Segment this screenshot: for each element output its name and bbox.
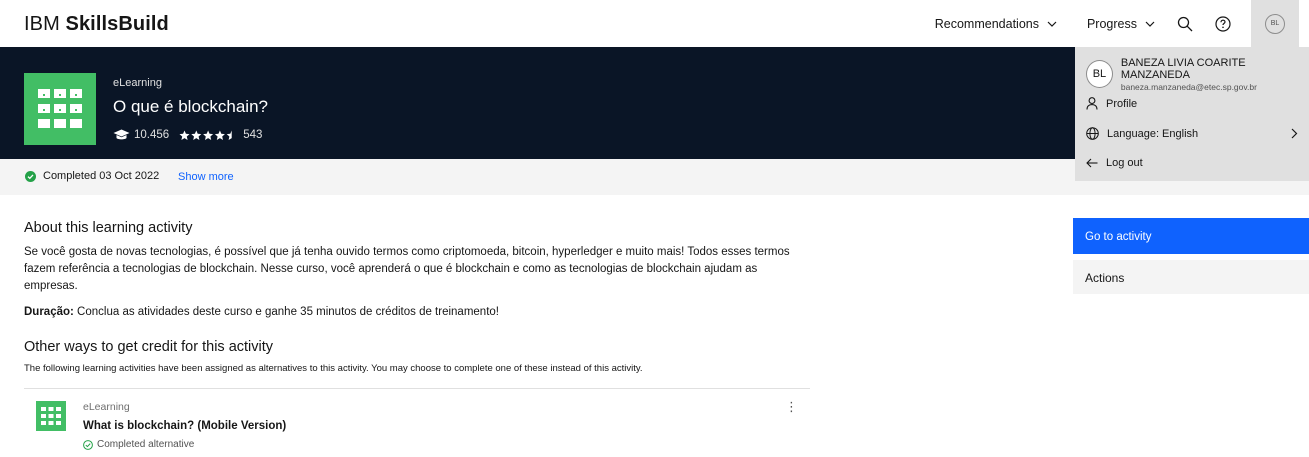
progress-menu[interactable]: Progress xyxy=(1087,17,1155,31)
course-title: O que é blockchain? xyxy=(113,97,268,116)
course-thumbnail xyxy=(24,73,96,145)
profile-label: Profile xyxy=(1106,97,1138,110)
show-more-link[interactable]: Show more xyxy=(178,171,234,183)
help-icon xyxy=(1215,15,1231,32)
alternative-type: eLearning xyxy=(83,401,130,413)
user-name: BANEZA LIVIA COARITE MANZANEDA xyxy=(1120,57,1246,81)
logout-label: Log out xyxy=(1106,157,1143,169)
user-email: baneza.manzaneda@etec.sp.gov.br xyxy=(1120,82,1257,92)
progress-label: Progress xyxy=(1086,16,1137,31)
course-stats: 10.456 543 xyxy=(113,129,262,141)
main-content: About this learning activity Se você gos… xyxy=(24,220,814,374)
learners-count: 10.456 xyxy=(113,129,169,141)
alternative-thumbnail xyxy=(36,401,66,431)
globe-icon xyxy=(1086,127,1099,140)
actions-button[interactable]: Actions xyxy=(1073,260,1309,294)
recommendations-menu[interactable]: Recommendations xyxy=(935,17,1057,31)
alternative-title[interactable]: What is blockchain? (Mobile Version) xyxy=(83,420,286,432)
user-avatar: BL xyxy=(1086,60,1113,88)
avatar: BL xyxy=(1265,13,1285,34)
alternative-status: Completed alternative xyxy=(83,439,194,450)
profile-menu-item[interactable]: Profile xyxy=(1086,97,1300,110)
alternatives-heading: Other ways to get credit for this activi… xyxy=(24,339,274,355)
checkmark-filled-icon xyxy=(25,170,36,182)
brand-skillsbuild: SkillsBuild xyxy=(65,13,169,35)
brand-ibm: IBM xyxy=(24,13,66,35)
about-heading: About this learning activity xyxy=(24,220,193,236)
duration-text: Duração: Conclua as atividades deste cur… xyxy=(24,304,814,321)
course-grid-icon xyxy=(41,407,61,425)
brand-logo[interactable]: IBM SkillsBuild xyxy=(24,13,169,36)
user-menu-dropdown: BL BANEZA LIVIA COARITE MANZANEDA baneza… xyxy=(1075,47,1309,181)
language-label: Language: English xyxy=(1107,127,1199,140)
user-details: BANEZA LIVIA COARITE MANZANEDA baneza.ma… xyxy=(1121,57,1309,92)
completion-date: Completed 03 Oct 2022 xyxy=(43,170,160,182)
rating-count: 543 xyxy=(243,129,263,141)
chevron-right-icon xyxy=(1291,128,1298,139)
user-info: BL BANEZA LIVIA COARITE MANZANEDA baneza… xyxy=(1086,57,1309,92)
alternative-activity-card[interactable]: eLearning What is blockchain? (Mobile Ve… xyxy=(24,388,810,457)
description-line: Se você gosta de novas tecnologias, é po… xyxy=(24,246,790,258)
header-nav: Recommendations Progress BL xyxy=(935,0,1309,47)
alternative-status-label: Completed alternative xyxy=(97,439,195,450)
duration-value: Conclua as atividades deste curso e ganh… xyxy=(73,306,499,318)
learners-value: 10.456 xyxy=(134,129,170,141)
duration-label: Duração: xyxy=(24,306,74,318)
checkmark-outline-icon xyxy=(83,439,93,450)
top-navigation: IBM SkillsBuild Recommendations Progress… xyxy=(0,0,1309,47)
about-description: Se você gosta de novas tecnologias, é po… xyxy=(24,244,814,295)
course-hero: eLearning O que é blockchain? 10.456 543 xyxy=(0,47,1075,159)
star-rating-icon xyxy=(179,130,232,140)
user-avatar-button[interactable]: BL xyxy=(1251,0,1299,47)
overflow-menu-icon[interactable]: ⋮ xyxy=(785,399,798,415)
language-menu-item[interactable]: Language: English xyxy=(1086,127,1300,140)
arrow-left-icon xyxy=(1086,158,1098,168)
search-icon xyxy=(1177,16,1193,31)
rating: 543 xyxy=(179,129,262,141)
help-button[interactable] xyxy=(1207,8,1239,40)
completion-status: Completed 03 Oct 2022 xyxy=(25,170,159,182)
go-to-activity-button[interactable]: Go to activity xyxy=(1073,218,1309,254)
graduation-cap-icon xyxy=(113,129,130,140)
user-icon xyxy=(1086,97,1098,110)
course-type: eLearning xyxy=(113,77,162,89)
alternatives-note: The following learning activities have b… xyxy=(24,363,643,374)
search-button[interactable] xyxy=(1169,8,1201,40)
chevron-down-icon xyxy=(1047,21,1057,27)
logout-menu-item[interactable]: Log out xyxy=(1086,157,1300,169)
description-line: fazem referência a tecnologias de blockc… xyxy=(24,263,758,292)
course-grid-icon xyxy=(38,89,82,128)
chevron-down-icon xyxy=(1145,21,1155,27)
recommendations-label: Recommendations xyxy=(934,16,1039,31)
